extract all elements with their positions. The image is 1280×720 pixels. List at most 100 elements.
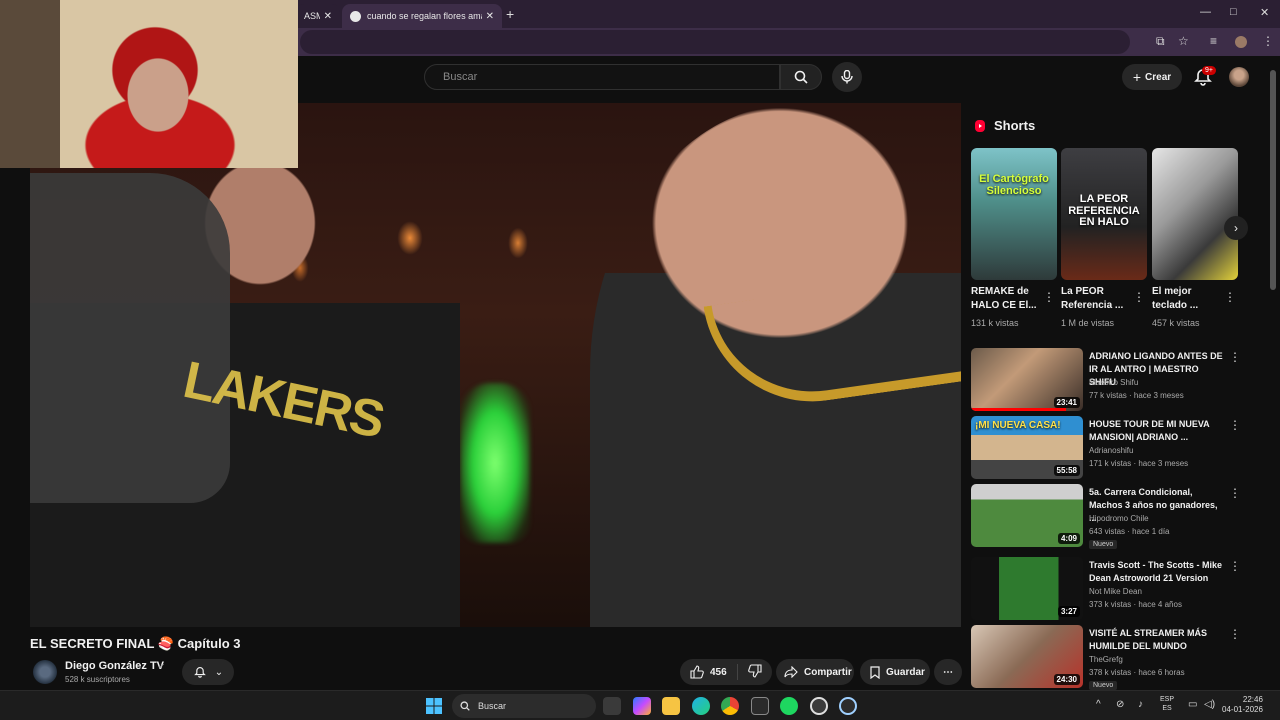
file-explorer-icon[interactable] <box>662 697 680 715</box>
save-button[interactable]: Guardar <box>860 659 930 685</box>
notification-badge: 9+ <box>1202 66 1216 75</box>
plus-icon: + <box>1132 69 1142 85</box>
channel-avatar[interactable] <box>33 660 57 684</box>
create-label: Crear <box>1145 71 1172 83</box>
copilot-icon[interactable] <box>633 697 651 715</box>
dislike-button[interactable] <box>738 663 772 681</box>
account-avatar[interactable] <box>1229 67 1249 87</box>
mic-tray-icon[interactable]: ♪ <box>1138 699 1143 710</box>
profile-icon[interactable] <box>1235 36 1247 48</box>
more-horizontal-icon: ⋯ <box>943 666 953 678</box>
channel-name[interactable]: Maestro Shifu <box>1089 378 1138 387</box>
channel-name[interactable]: Hipodromo Chile <box>1089 514 1149 523</box>
windows-start-icon[interactable] <box>426 698 442 714</box>
more-actions-button[interactable]: ⋯ <box>934 659 962 685</box>
page-scrollbar[interactable] <box>1270 70 1276 290</box>
recommended-video[interactable]: ¡MI NUEVA CASA! 55:58 HOUSE TOUR DE MI N… <box>971 416 1243 480</box>
short-views: 131 k vistas <box>971 318 1019 328</box>
video-menu-icon[interactable]: ⋮ <box>1229 627 1241 641</box>
edge-icon[interactable] <box>692 697 710 715</box>
tray-overflow-icon[interactable]: ^ <box>1096 699 1101 710</box>
close-tab-icon[interactable]: ✕ <box>324 11 332 22</box>
short-menu-icon[interactable]: ⋮ <box>1133 290 1145 304</box>
like-dislike-group: 456 <box>680 659 772 685</box>
video-thumbnail[interactable]: 3:27 <box>971 557 1083 620</box>
channel-name[interactable]: Diego González TV <box>65 660 164 672</box>
browser-tab-active[interactable]: cuando se regalan flores amarillas ✕ <box>342 4 502 28</box>
channel-name[interactable]: Not Mike Dean <box>1089 587 1142 596</box>
display-icon[interactable]: ▭ <box>1188 699 1197 710</box>
app-icon[interactable] <box>839 697 857 715</box>
bookmark-star-icon[interactable]: ☆ <box>1178 34 1189 48</box>
video-thumbnail[interactable]: 24:30 <box>971 625 1083 688</box>
new-tab-button[interactable]: + <box>506 6 514 22</box>
short-views: 1 M de vistas <box>1061 318 1115 328</box>
capcut-icon[interactable] <box>751 697 769 715</box>
volume-icon[interactable]: ◁) <box>1204 699 1215 710</box>
browser-menu-icon[interactable]: ⋮ <box>1262 34 1274 48</box>
network-off-icon[interactable]: ⊘ <box>1116 699 1124 710</box>
recommended-video[interactable]: 4:09 5a. Carrera Condicional, Machos 3 a… <box>971 484 1243 549</box>
close-tab-icon[interactable]: ✕ <box>486 11 494 22</box>
video-menu-icon[interactable]: ⋮ <box>1229 486 1241 500</box>
extensions-icon[interactable]: ≡ <box>1210 34 1217 48</box>
search-input[interactable]: Buscar <box>424 64 780 90</box>
video-menu-icon[interactable]: ⋮ <box>1229 418 1241 432</box>
minimize-button[interactable]: — <box>1200 6 1211 18</box>
video-title[interactable]: Travis Scott - The Scotts - Mike Dean As… <box>1089 559 1227 585</box>
save-label: Guardar <box>886 666 925 678</box>
windows-taskbar: Buscar ^ ⊘ ♪ ESP ES ▭ ◁) 22:46 04-01-202… <box>0 690 1280 720</box>
browser-tab[interactable]: ASM ✕ <box>296 4 340 28</box>
language-indicator[interactable]: ESP ES <box>1160 695 1174 713</box>
voice-search-button[interactable] <box>832 62 862 92</box>
new-badge: Nuevo <box>1089 540 1118 549</box>
video-thumbnail[interactable]: 23:41 <box>971 348 1083 411</box>
recommended-video[interactable]: 3:27 Travis Scott - The Scotts - Mike De… <box>971 557 1243 621</box>
video-thumbnail[interactable]: 4:09 <box>971 484 1083 547</box>
chevron-down-icon: ⌄ <box>214 666 224 678</box>
video-title[interactable]: VISITÉ AL STREAMER MÁS HUMILDE DEL MUNDO <box>1089 627 1227 653</box>
subscription-bell-button[interactable]: ⌄ <box>182 659 234 685</box>
shorts-next-button[interactable]: › <box>1224 216 1248 240</box>
video-menu-icon[interactable]: ⋮ <box>1229 559 1241 573</box>
obs-icon[interactable] <box>810 697 828 715</box>
short-title[interactable]: El mejor teclado ... <box>1152 285 1226 313</box>
lang-line2: ES <box>1162 705 1172 713</box>
short-thumbnail[interactable] <box>1152 148 1238 280</box>
shorts-heading: Shorts <box>974 118 1035 133</box>
like-button[interactable]: 456 <box>680 664 738 680</box>
create-button[interactable]: + Crear <box>1122 64 1182 90</box>
short-menu-icon[interactable]: ⋮ <box>1224 290 1236 304</box>
recommended-video[interactable]: 24:30 VISITÉ AL STREAMER MÁS HUMILDE DEL… <box>971 625 1243 690</box>
short-title[interactable]: REMAKE de HALO CE El... <box>971 285 1045 313</box>
address-bar[interactable] <box>300 30 1130 54</box>
chrome-icon[interactable] <box>721 697 739 715</box>
short-thumbnail[interactable]: El Cartógrafo Silencioso <box>971 148 1057 280</box>
microphone-icon <box>841 70 853 84</box>
maximize-button[interactable]: □ <box>1230 6 1237 18</box>
share-button[interactable]: Compartir <box>776 659 854 685</box>
thumbs-up-icon <box>690 665 704 679</box>
video-menu-icon[interactable]: ⋮ <box>1229 350 1241 364</box>
recommended-video[interactable]: 23:41 ADRIANO LIGANDO ANTES DE IR AL ANT… <box>971 348 1243 412</box>
store-icon[interactable] <box>603 697 621 715</box>
cast-icon[interactable]: ⧉ <box>1156 34 1165 49</box>
spotify-icon[interactable] <box>780 697 798 715</box>
clock[interactable]: 22:46 04-01-2026 <box>1222 695 1263 716</box>
tab-title: ASM <box>304 11 320 21</box>
duration-badge: 55:58 <box>1053 465 1080 476</box>
channel-name[interactable]: Adrianoshifu <box>1089 446 1133 455</box>
short-menu-icon[interactable]: ⋮ <box>1043 290 1055 304</box>
channel-name[interactable]: TheGrefg <box>1089 655 1123 664</box>
video-player[interactable]: LAKERS <box>30 103 961 627</box>
short-thumbnail[interactable]: LA PEOR REFERENCIA EN HALO <box>1061 148 1147 280</box>
google-favicon-icon <box>350 10 361 22</box>
close-window-button[interactable]: ✕ <box>1260 6 1269 19</box>
clock-time: 22:46 <box>1242 695 1263 704</box>
search-button[interactable] <box>780 64 822 90</box>
chevron-right-icon: › <box>1234 221 1238 235</box>
video-title[interactable]: HOUSE TOUR DE MI NUEVA MANSION| ADRIANO … <box>1089 418 1227 444</box>
video-thumbnail[interactable]: ¡MI NUEVA CASA! 55:58 <box>971 416 1083 479</box>
taskbar-search[interactable]: Buscar <box>452 694 596 718</box>
short-title[interactable]: La PEOR Referencia ... <box>1061 285 1135 313</box>
